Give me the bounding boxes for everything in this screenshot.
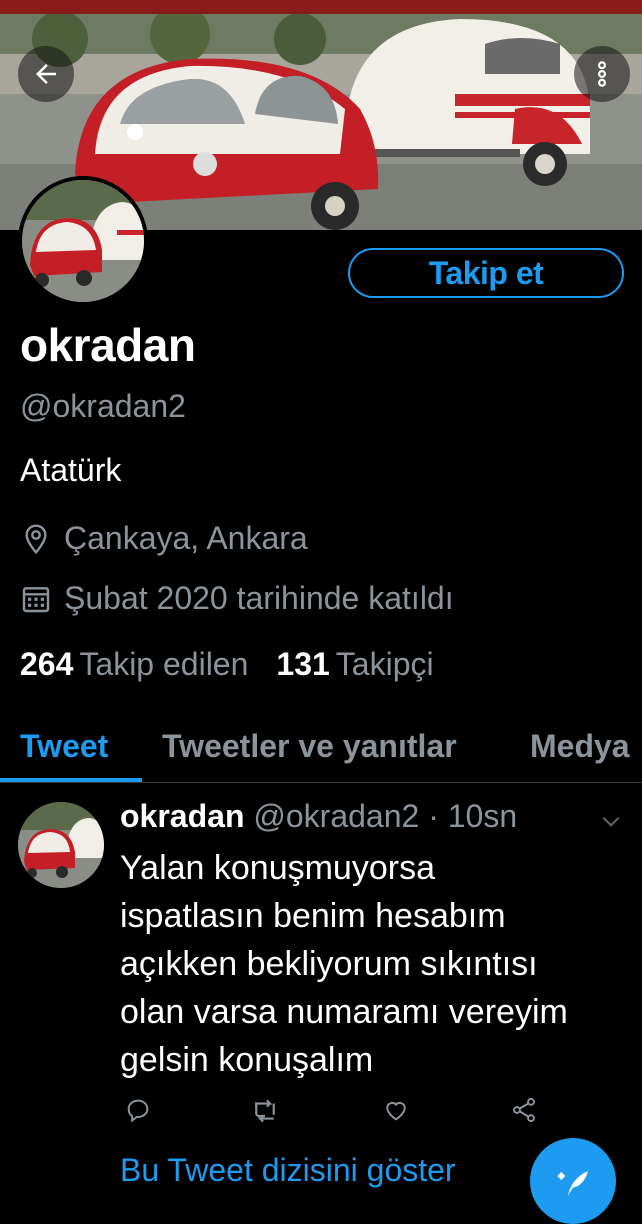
profile-handle: @okradan2: [20, 388, 186, 424]
back-button[interactable]: [18, 46, 74, 102]
like-icon: [386, 1102, 406, 1121]
followers-count[interactable]: 131: [276, 646, 329, 683]
tab-tweet[interactable]: Tweet: [20, 728, 108, 765]
reply-button[interactable]: [124, 1096, 152, 1129]
tweet-author-handle[interactable]: @okradan2: [253, 798, 419, 834]
tweet-time: 10sn: [447, 798, 518, 834]
location-text: Çankaya, Ankara: [64, 520, 308, 556]
share-icon: [513, 1097, 535, 1123]
tab-tweets-and-replies[interactable]: Tweetler ve yanıtlar: [162, 728, 457, 765]
location-pin-icon: [25, 523, 47, 554]
top-status-strip: [0, 0, 642, 14]
retweet-button[interactable]: [250, 1096, 280, 1131]
profile-location: Çankaya, Ankara: [20, 520, 308, 557]
compose-tweet-icon: [558, 1171, 588, 1196]
arrow-left-icon: [36, 64, 56, 84]
tweet-author-name[interactable]: okradan: [120, 798, 244, 834]
tweet-header: okradan @okradan2 · 10sn: [120, 798, 517, 835]
calendar-icon: [22, 586, 50, 612]
avatar-image: [22, 180, 144, 302]
tweet-menu-button[interactable]: [598, 808, 624, 839]
profile-tabs: Tweet Tweetler ve yanıtlar Medya: [0, 712, 642, 783]
reply-icon: [127, 1099, 149, 1123]
tweet-text: Yalan konuşmuyorsa ispatlasın benim hesa…: [120, 849, 568, 1079]
profile-bio: Atatürk: [20, 452, 122, 488]
following-label[interactable]: Takip edilen: [79, 646, 248, 683]
profile-counts: 264 Takip edilen 131 Takipçi: [20, 646, 434, 683]
followers-label[interactable]: Takipçi: [336, 646, 434, 683]
profile-avatar[interactable]: [18, 176, 148, 306]
profile-joined: Şubat 2020 tarihinde katıldı: [20, 580, 454, 617]
retweet-icon: [255, 1099, 275, 1123]
active-tab-indicator: [0, 778, 142, 782]
tweet-avatar-image: [18, 802, 104, 888]
tweet-author-avatar[interactable]: [18, 802, 104, 888]
joined-text: Şubat 2020 tarihinde katıldı: [64, 580, 454, 616]
like-button[interactable]: [382, 1096, 410, 1129]
show-thread-link[interactable]: Bu Tweet dizisini göster: [120, 1152, 456, 1189]
compose-tweet-button[interactable]: [530, 1138, 616, 1224]
share-button[interactable]: [510, 1096, 538, 1129]
profile-display-name: okradan: [20, 319, 196, 371]
vertical-dots-icon: [597, 61, 606, 87]
following-count[interactable]: 264: [20, 646, 73, 683]
tweet-separator: ·: [428, 798, 439, 834]
tab-media[interactable]: Medya: [530, 728, 630, 765]
chevron-down-icon: [602, 817, 620, 827]
more-options-button[interactable]: [574, 46, 630, 102]
follow-button[interactable]: Takip et: [348, 248, 624, 298]
